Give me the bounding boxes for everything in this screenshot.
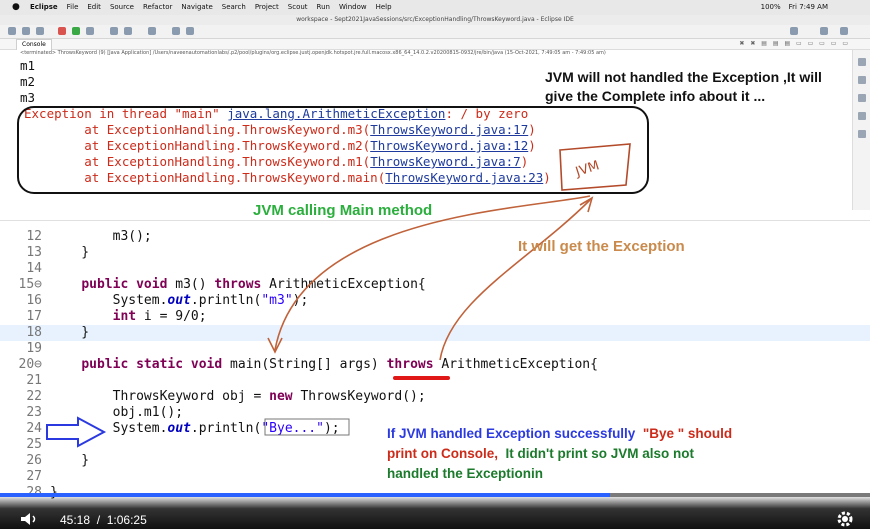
time-separator: / — [96, 513, 101, 527]
annotation-jvm-not-handled: JVM will not handled the Exception ,It w… — [545, 68, 822, 106]
stacktrace-circle — [17, 106, 649, 194]
annotation-if-jvm-handled: If JVM handled Exception successfully "B… — [387, 424, 732, 484]
volume-icon[interactable] — [20, 512, 40, 526]
duration: 1:06:25 — [106, 513, 147, 527]
annotation-fragment: If JVM handled Exception successfully — [387, 426, 636, 441]
text-selection-box — [264, 418, 350, 436]
annotation-fragment: It didn't print so JVM also not — [505, 446, 694, 461]
pointer-arrow-outline — [46, 416, 107, 448]
video-time: 45:18 / 1:06:25 — [60, 513, 147, 527]
arrow-throws-to-jvm — [439, 199, 591, 361]
video-progress-fill — [0, 493, 610, 497]
video-progress-bar[interactable] — [0, 493, 870, 497]
annotation-will-get-exception: It will get the Exception — [518, 238, 685, 255]
arrow-jvm-to-main — [274, 195, 591, 351]
annotation-line: give the Complete info about it ... — [545, 88, 766, 104]
annotation-line: handled the Exceptionin — [387, 466, 544, 481]
annotation-line: print on Console, It didn't print so JVM… — [387, 444, 732, 464]
annotation-jvm-calling-main: JVM calling Main method — [253, 202, 433, 219]
jvm-handwritten: JVM — [573, 158, 601, 180]
annotation-line: If JVM handled Exception successfully "B… — [387, 424, 732, 444]
current-time: 45:18 — [60, 513, 91, 527]
annotation-line: JVM will not handled the Exception ,It w… — [545, 69, 822, 85]
annotation-fragment: "Bye " should — [642, 426, 733, 441]
settings-gear-icon[interactable] — [835, 509, 855, 529]
annotation-fragment: print on Console, — [387, 446, 498, 461]
